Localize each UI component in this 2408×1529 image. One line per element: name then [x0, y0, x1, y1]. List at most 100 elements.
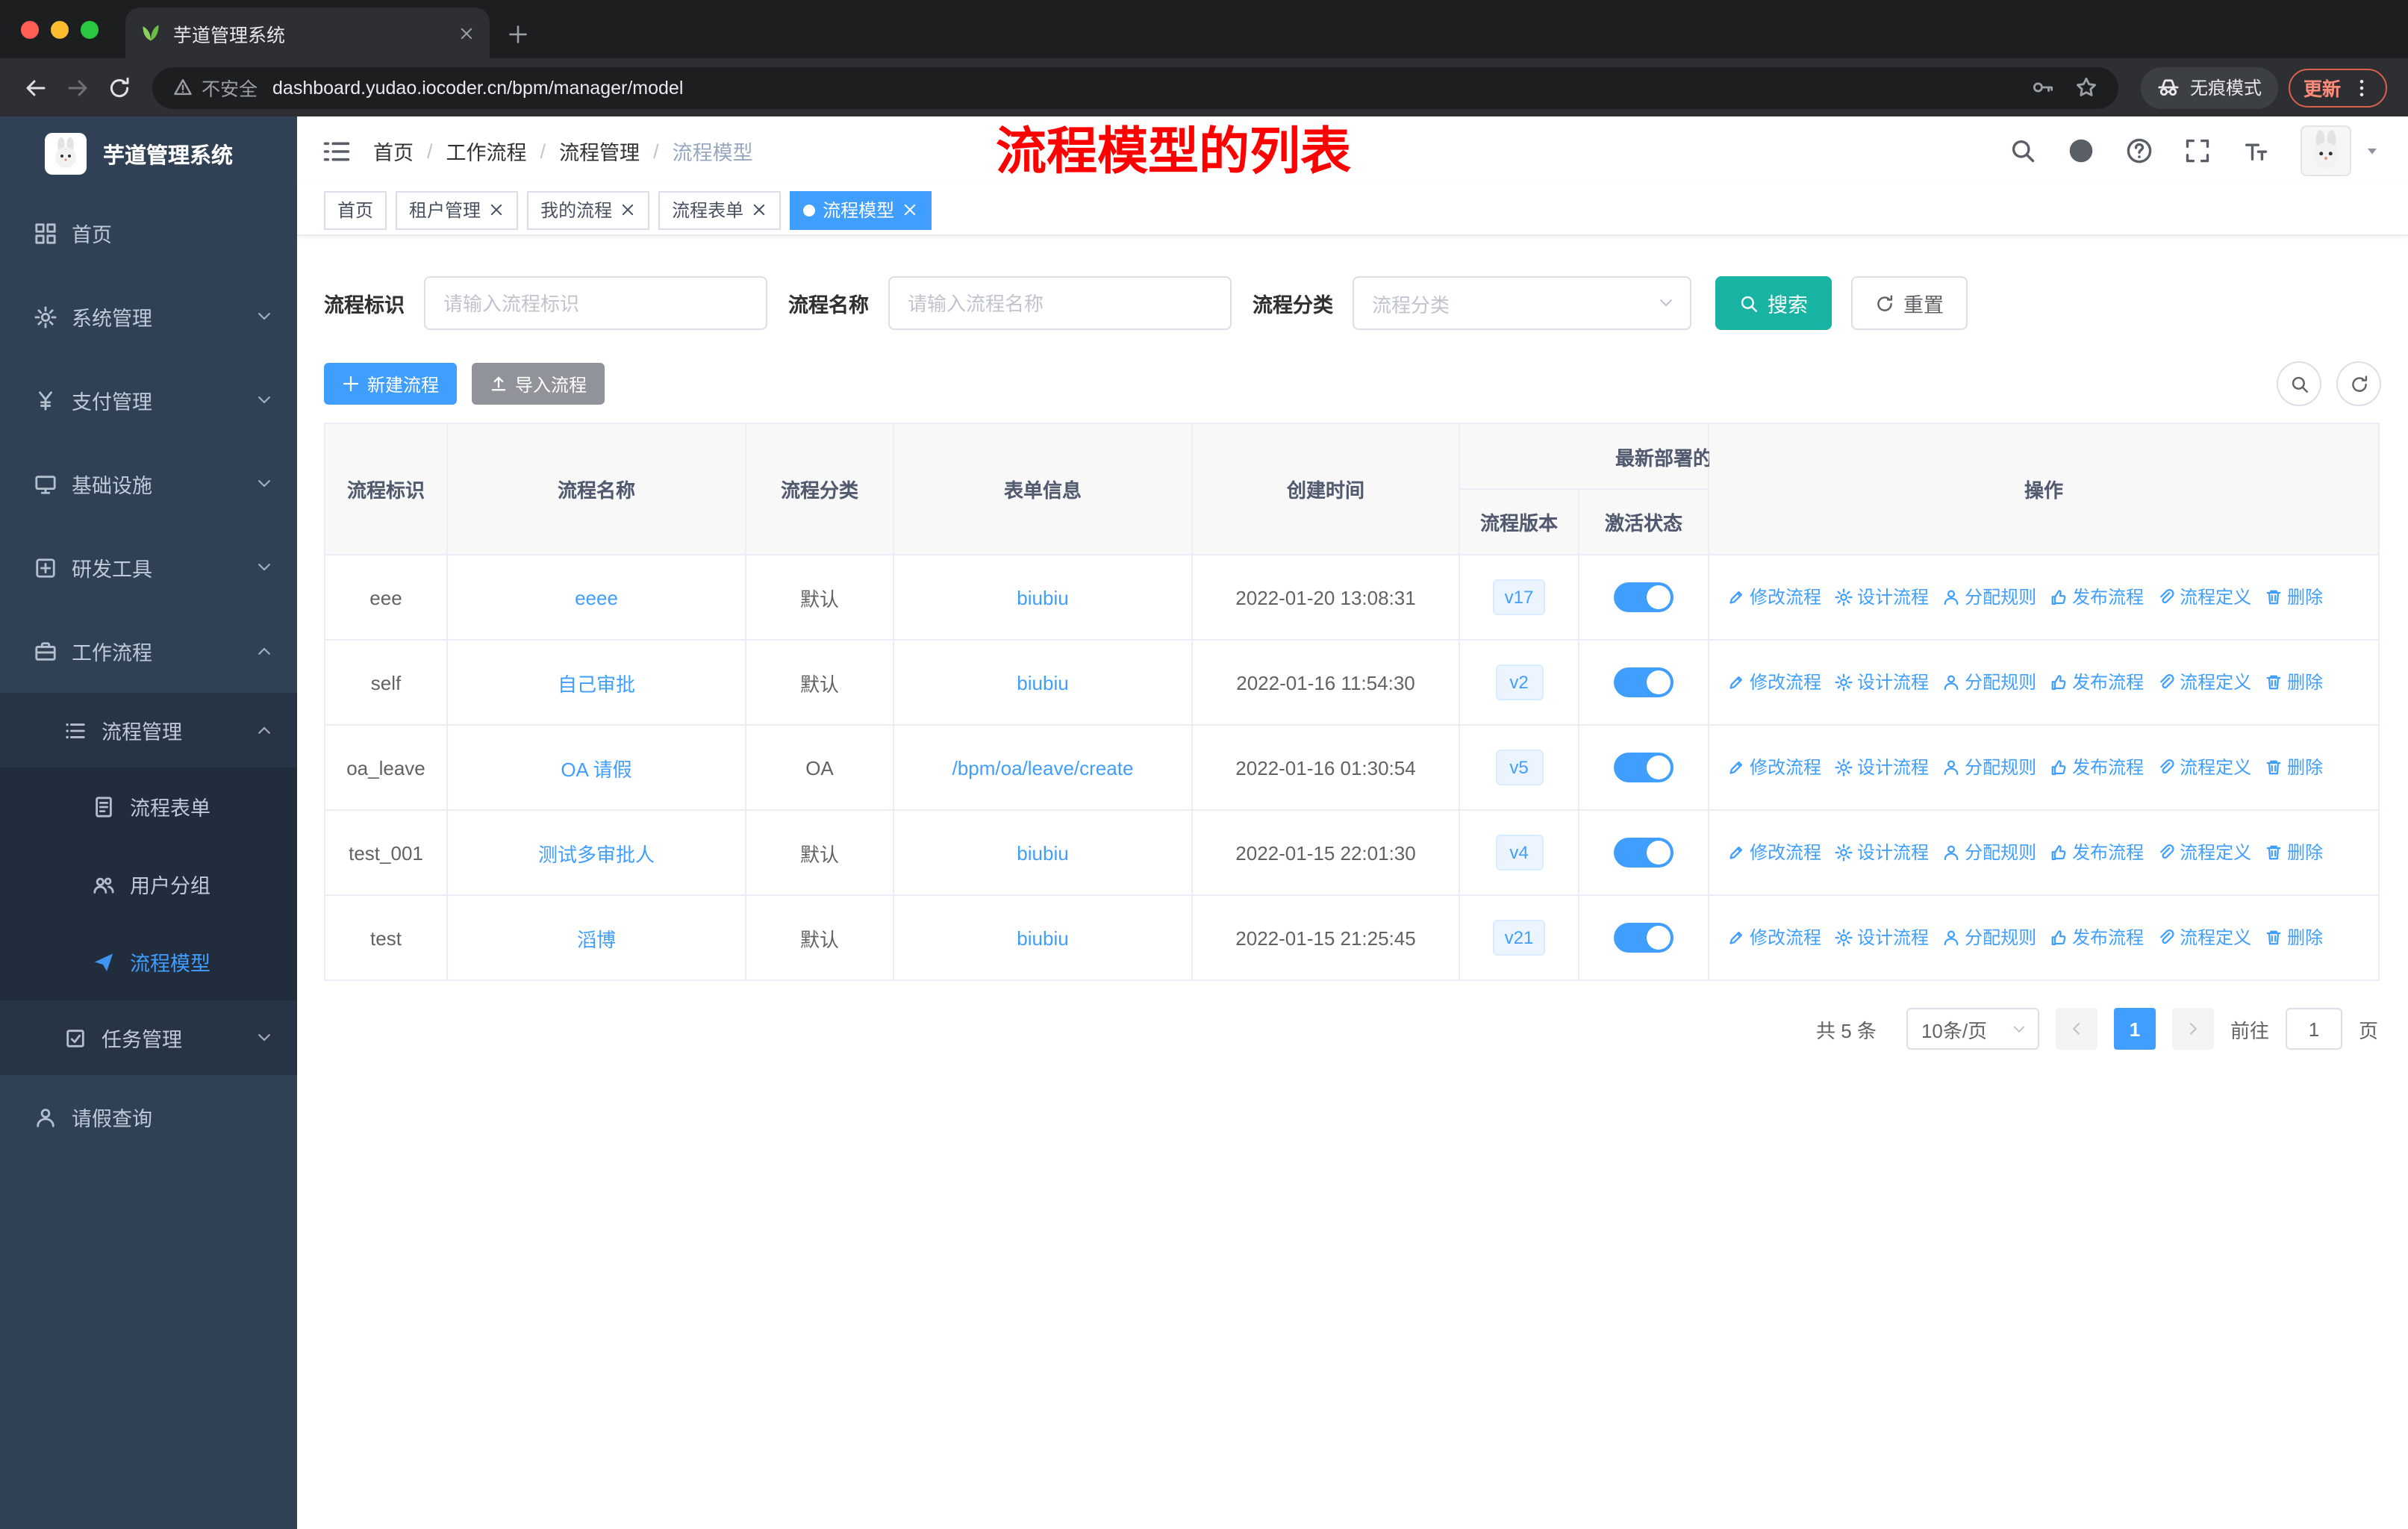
bookmark-star-icon[interactable]: [2075, 76, 2097, 99]
hamburger-menu-icon[interactable]: [322, 137, 351, 165]
form-info-link[interactable]: biubiu: [1017, 927, 1068, 949]
sidebar-item-process-form[interactable]: 流程表单: [0, 767, 297, 845]
delete-link[interactable]: 删除: [2265, 755, 2323, 780]
active-toggle[interactable]: [1614, 753, 1674, 782]
assign-rules-link[interactable]: 分配规则: [1942, 925, 2036, 950]
publish-process-link[interactable]: 发布流程: [2050, 925, 2144, 950]
refresh-table-button[interactable]: [2336, 361, 2381, 406]
assign-rules-link[interactable]: 分配规则: [1942, 755, 2036, 780]
fullscreen-icon[interactable]: [2184, 137, 2211, 164]
publish-process-link[interactable]: 发布流程: [2050, 840, 2144, 865]
publish-process-link[interactable]: 发布流程: [2050, 755, 2144, 780]
process-name-link[interactable]: OA 请假: [561, 758, 631, 780]
back-button[interactable]: [15, 66, 57, 108]
search-icon[interactable]: [2009, 137, 2036, 164]
assign-rules-link[interactable]: 分配规则: [1942, 585, 2036, 610]
tag-home[interactable]: 首页: [324, 190, 387, 229]
active-toggle[interactable]: [1614, 923, 1674, 953]
design-process-link[interactable]: 设计流程: [1835, 840, 1929, 865]
active-toggle[interactable]: [1614, 838, 1674, 868]
form-info-link[interactable]: biubiu: [1017, 841, 1068, 864]
edit-process-link[interactable]: 修改流程: [1727, 585, 1821, 610]
category-select[interactable]: 流程分类: [1353, 276, 1691, 330]
sidebar-item-process-manage[interactable]: 流程管理: [0, 693, 297, 767]
tag-process-model[interactable]: 流程模型: [790, 190, 932, 229]
process-name-link[interactable]: 滔博: [577, 928, 616, 950]
new-tab-button[interactable]: [508, 24, 528, 45]
tag-tenant-manage[interactable]: 租户管理: [396, 190, 519, 229]
key-filter-input[interactable]: [424, 276, 767, 330]
breadcrumb-item[interactable]: 流程管理: [559, 136, 640, 166]
create-process-button[interactable]: 新建流程: [324, 363, 458, 405]
sidebar-item-payment-manage[interactable]: 支付管理: [0, 358, 297, 442]
window-minimize-button[interactable]: [51, 20, 69, 38]
process-definition-link[interactable]: 流程定义: [2157, 840, 2251, 865]
delete-link[interactable]: 删除: [2265, 925, 2323, 950]
password-key-icon[interactable]: [2032, 76, 2054, 99]
tag-close-icon[interactable]: [488, 202, 505, 218]
edit-process-link[interactable]: 修改流程: [1727, 670, 1821, 695]
delete-link[interactable]: 删除: [2265, 670, 2323, 695]
sidebar-item-infrastructure[interactable]: 基础设施: [0, 442, 297, 526]
user-avatar[interactable]: [2301, 125, 2351, 176]
kebab-menu-icon[interactable]: [2351, 77, 2372, 98]
window-zoom-button[interactable]: [81, 20, 99, 38]
current-page-button[interactable]: 1: [2113, 1008, 2156, 1050]
edit-process-link[interactable]: 修改流程: [1727, 925, 1821, 950]
tab-close-icon[interactable]: [458, 25, 475, 41]
search-button[interactable]: 搜索: [1715, 276, 1832, 330]
sidebar-logo[interactable]: 芋道管理系统: [0, 116, 297, 191]
design-process-link[interactable]: 设计流程: [1835, 585, 1929, 610]
forward-button[interactable]: [57, 66, 99, 108]
toggle-search-button[interactable]: [2277, 361, 2321, 406]
breadcrumb-item[interactable]: 工作流程: [446, 136, 527, 166]
sidebar-item-system-manage[interactable]: 系统管理: [0, 275, 297, 358]
window-close-button[interactable]: [21, 20, 39, 38]
design-process-link[interactable]: 设计流程: [1835, 755, 1929, 780]
assign-rules-link[interactable]: 分配规则: [1942, 670, 2036, 695]
breadcrumb-item[interactable]: 首页: [373, 136, 414, 166]
process-definition-link[interactable]: 流程定义: [2157, 585, 2251, 610]
form-info-link[interactable]: /bpm/oa/leave/create: [952, 756, 1134, 779]
delete-link[interactable]: 删除: [2265, 840, 2323, 865]
prev-page-button[interactable]: [2055, 1008, 2097, 1050]
name-filter-input[interactable]: [888, 276, 1232, 330]
next-page-button[interactable]: [2171, 1008, 2214, 1050]
active-toggle[interactable]: [1614, 667, 1674, 697]
design-process-link[interactable]: 设计流程: [1835, 925, 1929, 950]
sidebar-item-task-manage[interactable]: 任务管理: [0, 1000, 297, 1075]
reload-button[interactable]: [99, 66, 140, 108]
process-name-link[interactable]: eeee: [575, 586, 618, 608]
help-icon[interactable]: [2126, 137, 2153, 164]
sidebar-item-dev-tools[interactable]: 研发工具: [0, 526, 297, 609]
tag-process-form[interactable]: 流程表单: [658, 190, 782, 229]
form-info-link[interactable]: biubiu: [1017, 586, 1068, 608]
publish-process-link[interactable]: 发布流程: [2050, 585, 2144, 610]
edit-process-link[interactable]: 修改流程: [1727, 840, 1821, 865]
tag-close-icon[interactable]: [902, 202, 918, 218]
import-process-button[interactable]: 导入流程: [472, 363, 605, 405]
github-icon[interactable]: [2068, 137, 2094, 164]
process-name-link[interactable]: 自己审批: [558, 673, 635, 695]
sidebar-item-process-model[interactable]: 流程模型: [0, 923, 297, 1000]
address-bar[interactable]: 不安全 dashboard.yudao.iocoder.cn/bpm/manag…: [152, 66, 2118, 108]
sidebar-item-workflow[interactable]: 工作流程: [0, 609, 297, 693]
reset-button[interactable]: 重置: [1851, 276, 1968, 330]
sidebar-item-home[interactable]: 首页: [0, 191, 297, 275]
active-toggle[interactable]: [1614, 582, 1674, 612]
delete-link[interactable]: 删除: [2265, 585, 2323, 610]
tag-close-icon[interactable]: [620, 202, 636, 218]
publish-process-link[interactable]: 发布流程: [2050, 670, 2144, 695]
goto-page-input[interactable]: [2285, 1008, 2342, 1050]
tag-my-process[interactable]: 我的流程: [527, 190, 650, 229]
assign-rules-link[interactable]: 分配规则: [1942, 840, 2036, 865]
page-size-select[interactable]: 10条/页: [1906, 1008, 2039, 1050]
process-definition-link[interactable]: 流程定义: [2157, 755, 2251, 780]
sidebar-item-leave-query[interactable]: 请假查询: [0, 1075, 297, 1159]
process-definition-link[interactable]: 流程定义: [2157, 670, 2251, 695]
security-status[interactable]: 不安全: [173, 73, 258, 102]
design-process-link[interactable]: 设计流程: [1835, 670, 1929, 695]
sidebar-item-user-group[interactable]: 用户分组: [0, 845, 297, 923]
tag-close-icon[interactable]: [751, 202, 767, 218]
caret-down-icon[interactable]: [2363, 142, 2381, 160]
